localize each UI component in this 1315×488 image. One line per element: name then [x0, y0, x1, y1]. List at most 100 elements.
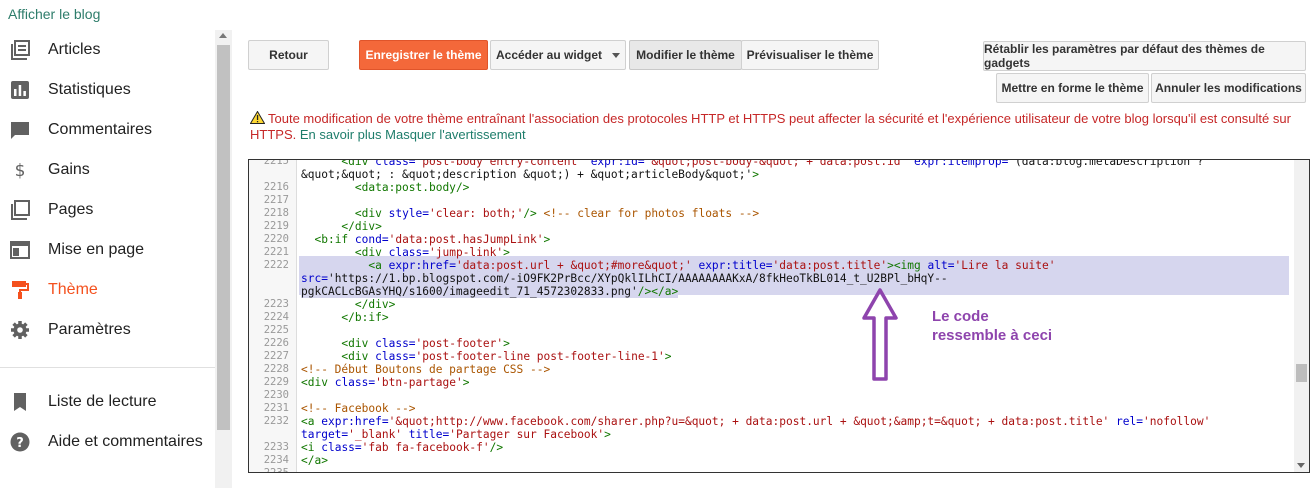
code-text: <!-- Début Boutons de partage CSS --> — [301, 363, 551, 376]
line-number: 2226 — [263, 337, 289, 349]
sidebar-item-mise-en-page[interactable]: Mise en page — [0, 230, 215, 270]
line-number: 2224 — [263, 311, 289, 323]
code-editor[interactable]: 2215 <div class='post-body entry-content… — [248, 159, 1310, 473]
reset-gadgets-button[interactable]: Rétablir les paramètres par défaut des t… — [983, 41, 1306, 71]
jump-to-widget-dropdown[interactable]: Accéder au widget — [490, 40, 626, 70]
code-text: </a> — [301, 454, 328, 467]
scroll-down-arrow-icon[interactable] — [1297, 463, 1305, 468]
sidebar-nav-secondary: Liste de lecture ? Aide et commentaires — [0, 382, 215, 462]
line-number: 2217 — [263, 194, 289, 206]
sidebar-item-articles[interactable]: Articles — [0, 30, 215, 70]
sidebar-scroll-thumb[interactable] — [217, 45, 230, 430]
undo-changes-button[interactable]: Annuler les modifications — [1151, 73, 1306, 103]
line-number: 2221 — [263, 246, 289, 258]
preview-theme-button[interactable]: Prévisualiser le thème — [741, 40, 879, 70]
sidebar-item-label: Paramètres — [48, 321, 131, 338]
line-number: 2234 — [263, 454, 289, 466]
code-line[interactable]: 2222 <a expr:href='data:post.url + &quot… — [249, 259, 1293, 272]
code-line[interactable]: 2220 <b:if cond='data:post.hasJumpLink'> — [249, 233, 1293, 246]
sidebar-item-label: Mise en page — [48, 241, 145, 258]
code-line[interactable]: target='_blank' title='Partager sur Face… — [249, 428, 1293, 441]
sidebar-item-theme[interactable]: Thème — [0, 270, 215, 310]
code-lines: 2215 <div class='post-body entry-content… — [249, 159, 1293, 472]
code-line[interactable]: 2217 — [249, 194, 1293, 207]
annotation-line-2: ressemble à ceci — [932, 327, 1053, 344]
code-line[interactable]: 2226 <div class='post-footer'> — [249, 337, 1293, 350]
edit-theme-button[interactable]: Modifier le thème — [629, 40, 742, 70]
sidebar-item-label: Aide et commentaires — [48, 433, 203, 450]
sidebar-item-label: Articles — [48, 41, 101, 58]
paint-roller-icon — [10, 280, 30, 300]
scroll-up-arrow-icon[interactable] — [219, 33, 227, 38]
code-text: <div class='post-footer-line post-footer… — [341, 350, 672, 363]
svg-text:$: $ — [15, 161, 26, 180]
view-blog-link[interactable]: Afficher le blog — [8, 6, 100, 22]
chevron-down-icon — [612, 52, 621, 58]
learn-more-link[interactable]: En savoir plus — [300, 127, 382, 142]
sidebar: Afficher le blog Articles Statistiques C… — [0, 0, 232, 488]
code-text: <a expr:href='&quot;http://www.facebook.… — [301, 415, 1211, 428]
code-line[interactable]: 2228 <!-- Début Boutons de partage CSS --… — [249, 363, 1293, 376]
code-line[interactable]: &quot;&quot; : &quot;description &quot;)… — [249, 168, 1293, 181]
sidebar-item-gains[interactable]: $ Gains — [0, 150, 215, 190]
line-number: 2215 — [263, 159, 289, 167]
save-theme-button[interactable]: Enregistrer le thème — [359, 40, 488, 70]
back-button[interactable]: Retour — [248, 40, 329, 70]
code-line[interactable]: 2223 </div> — [249, 298, 1293, 311]
sidebar-divider — [0, 367, 215, 368]
articles-icon — [10, 40, 30, 60]
sidebar-scrollbar[interactable] — [215, 30, 232, 488]
code-line[interactable]: 2234 </a> — [249, 454, 1293, 467]
code-text: <div class='jump-link'> — [354, 246, 510, 259]
code-line[interactable]: 2231 <!-- Facebook --> — [249, 402, 1293, 415]
line-number: 2228 — [263, 363, 289, 375]
line-number: 2229 — [263, 376, 289, 388]
code-text: <!-- Facebook --> — [301, 402, 416, 415]
sidebar-item-commentaires[interactable]: Commentaires — [0, 110, 215, 150]
sidebar-item-label: Gains — [48, 161, 90, 178]
code-text: <data:post.body/> — [354, 181, 470, 194]
sidebar-item-statistiques[interactable]: Statistiques — [0, 70, 215, 110]
editor-scroll-thumb[interactable] — [1296, 364, 1307, 382]
code-line[interactable]: 2233 <i class='fab fa-facebook-f'/> — [249, 441, 1293, 454]
code-line[interactable]: 2224 </b:if> — [249, 311, 1293, 324]
code-line[interactable]: 2219 </div> — [249, 220, 1293, 233]
line-number: 2231 — [263, 402, 289, 414]
code-line[interactable]: 2225 — [249, 324, 1293, 337]
gear-icon — [10, 320, 30, 340]
stats-icon — [10, 80, 30, 100]
hide-warning-link[interactable]: Masquer l'avertissement — [385, 127, 525, 142]
format-theme-button[interactable]: Mettre en forme le thème — [996, 73, 1149, 103]
annotation-arrow-icon — [862, 288, 898, 386]
sidebar-item-parametres[interactable]: Paramètres — [0, 310, 215, 350]
line-number: 2225 — [263, 324, 289, 336]
sidebar-item-pages[interactable]: Pages — [0, 190, 215, 230]
code-line[interactable]: 2227 <div class='post-footer-line post-f… — [249, 350, 1293, 363]
code-line[interactable]: pgkCACLcBGAsYHQ/s1600/imageedit_71_45723… — [249, 285, 1293, 298]
code-text: <i class='fab fa-facebook-f'/> — [301, 441, 504, 454]
code-line[interactable]: 2235 — [249, 467, 1293, 472]
line-number: 2227 — [263, 350, 289, 362]
code-line[interactable]: 2215 <div class='post-body entry-content… — [249, 159, 1293, 168]
code-text: src='https://1.bp.blogspot.com/-iO9FK2Pr… — [301, 272, 948, 285]
code-line[interactable]: 2221 <div class='jump-link'> — [249, 246, 1293, 259]
code-text: </b:if> — [341, 311, 389, 324]
line-number: 2233 — [263, 441, 289, 453]
code-text: <div class='post-body entry-content' exp… — [341, 159, 1204, 168]
code-line[interactable]: 2216 <data:post.body/> — [249, 181, 1293, 194]
bookmark-icon — [10, 392, 30, 412]
sidebar-item-liste-de-lecture[interactable]: Liste de lecture — [0, 382, 215, 422]
https-warning: Toute modification de votre thème entraî… — [249, 110, 1300, 143]
line-number: 2232 — [263, 415, 289, 427]
code-text: target='_blank' title='Partager sur Face… — [301, 428, 611, 441]
editor-scrollbar[interactable] — [1294, 160, 1309, 472]
sidebar-item-aide[interactable]: ? Aide et commentaires — [0, 422, 215, 462]
code-line[interactable]: src='https://1.bp.blogspot.com/-iO9FK2Pr… — [249, 272, 1293, 285]
annotation-text: Le code ressemble à ceci — [932, 307, 1092, 345]
line-number: 2230 — [263, 389, 289, 401]
code-line[interactable]: 2218 <div style='clear: both;'/> <!-- cl… — [249, 207, 1293, 220]
comments-icon — [10, 120, 30, 140]
code-line[interactable]: 2230 — [249, 389, 1293, 402]
code-line[interactable]: 2229 <div class='btn-partage'> — [249, 376, 1293, 389]
code-line[interactable]: 2232 <a expr:href='&quot;http://www.faceb… — [249, 415, 1293, 428]
